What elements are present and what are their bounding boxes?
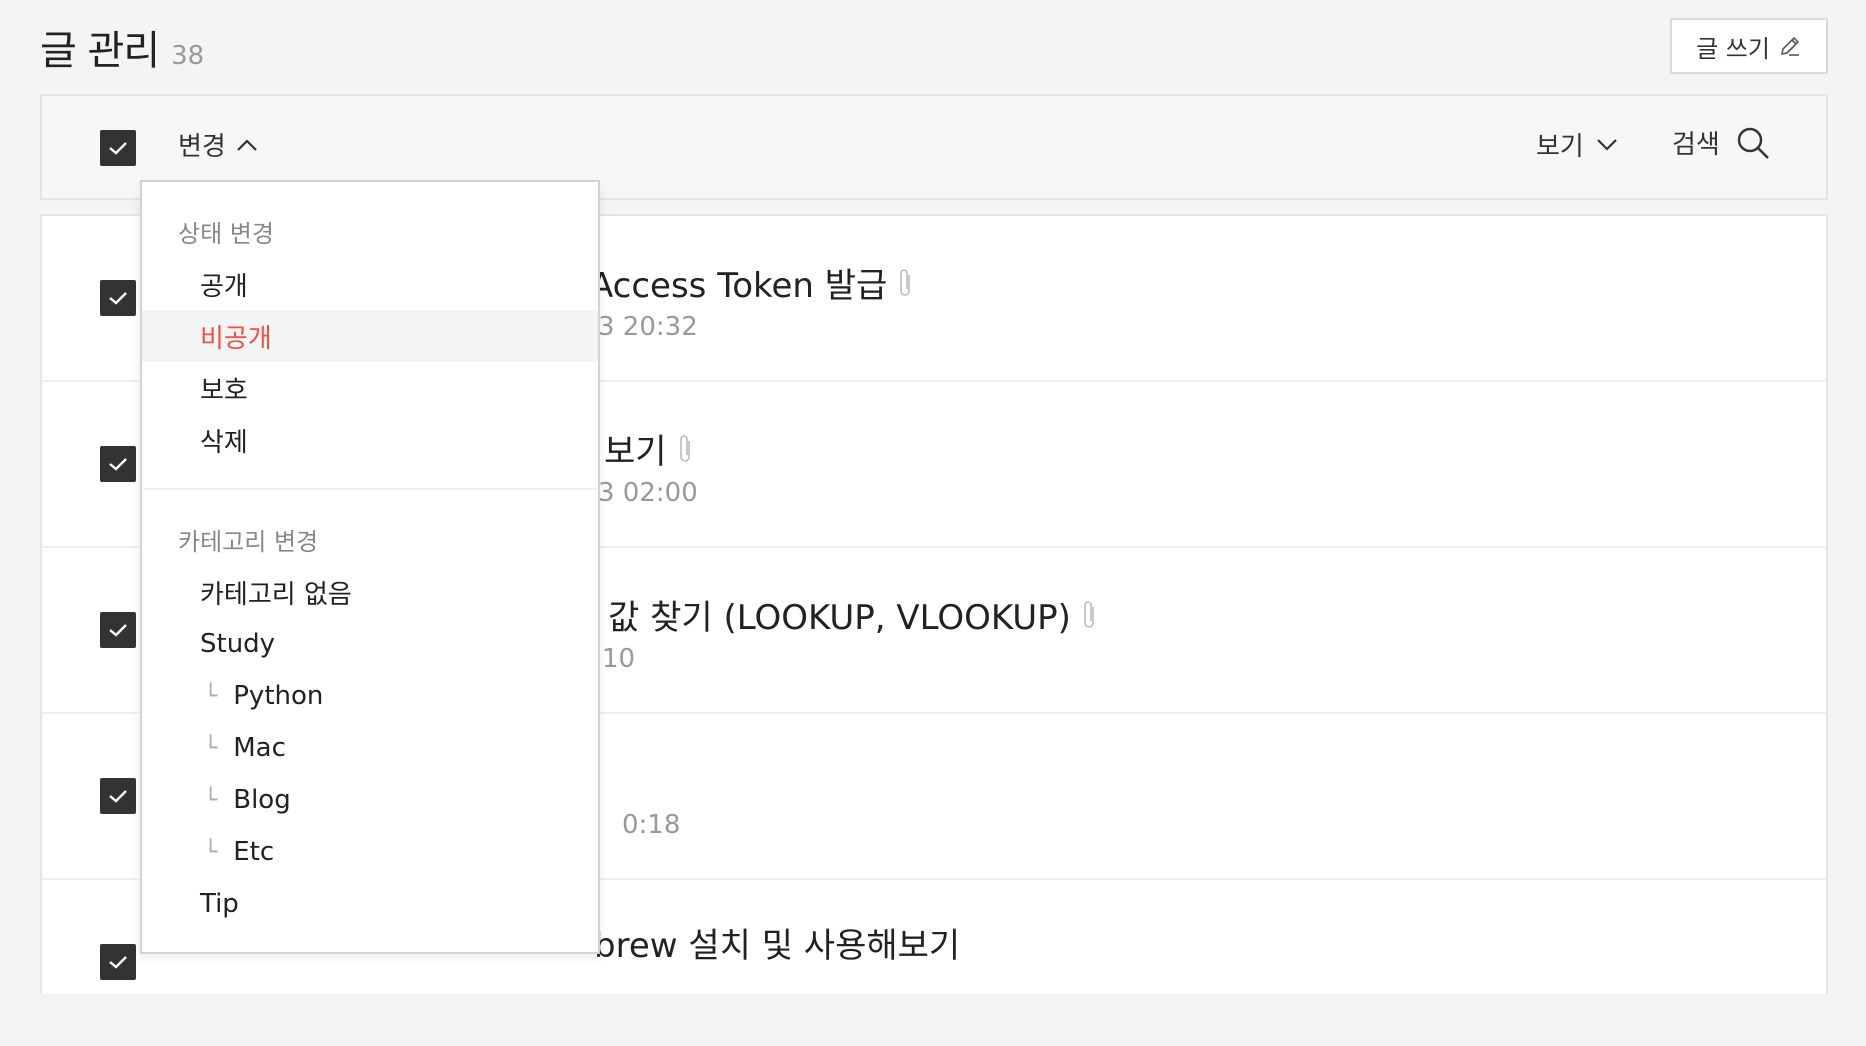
menu-item-blog[interactable]: └ Blog (142, 774, 598, 826)
sub-category-marker: └ (204, 683, 218, 709)
menu-item-mac[interactable]: └ Mac (142, 722, 598, 774)
post-title[interactable]: Access Token 발급 (590, 258, 915, 307)
post-date: 3 20:32 (598, 312, 698, 342)
select-all-checkbox[interactable] (100, 130, 136, 166)
menu-divider (144, 488, 598, 490)
category-section-label: 카테고리 변경 (178, 528, 319, 556)
menu-item-study[interactable]: Study (142, 618, 598, 670)
chevron-down-icon (1597, 138, 1617, 151)
menu-item-label: Blog (233, 785, 291, 815)
post-checkbox[interactable] (100, 446, 136, 482)
check-icon (109, 624, 127, 637)
menu-item-label: Python (233, 681, 324, 711)
sub-category-marker: └ (204, 787, 218, 813)
page-title: 글 관리 (40, 28, 160, 74)
post-title-text: 값 찾기 (LOOKUP, VLOOKUP) (608, 598, 1071, 638)
view-menu-label: 보기 (1536, 132, 1584, 162)
sub-category-marker: └ (204, 839, 218, 865)
search-icon (1737, 127, 1769, 159)
check-icon (109, 292, 127, 305)
view-menu-button[interactable]: 보기 (1536, 126, 1618, 163)
post-title-text: Access Token 발급 (590, 266, 888, 306)
search-button[interactable]: 검색 (1672, 124, 1770, 161)
menu-item-private[interactable]: 비공개 (142, 310, 598, 362)
post-title[interactable]: brew 설치 및 사용해보기 (594, 918, 960, 967)
search-label: 검색 (1672, 130, 1720, 160)
change-menu-label: 변경 (178, 132, 226, 162)
post-title[interactable]: 값 찾기 (LOOKUP, VLOOKUP) (608, 590, 1099, 639)
pencil-icon (1780, 36, 1800, 56)
page-header: 글 관리 38 (40, 18, 204, 78)
menu-item-etc[interactable]: └ Etc (142, 826, 598, 878)
post-title[interactable]: 보기 (604, 424, 695, 473)
paperclip-icon (1084, 600, 1094, 628)
menu-item-label: Etc (233, 837, 275, 867)
post-count: 38 (171, 41, 205, 71)
post-date: 0:18 (622, 810, 681, 840)
post-date: 10 (602, 644, 636, 674)
post-checkbox[interactable] (100, 612, 136, 648)
menu-item-python[interactable]: └ Python (142, 670, 598, 722)
menu-item-public[interactable]: 공개 (142, 258, 598, 310)
check-icon (109, 458, 127, 471)
paperclip-icon (900, 268, 911, 296)
change-menu-button[interactable]: 변경 (178, 126, 258, 163)
check-icon (109, 790, 127, 803)
write-post-label: 글 쓰기 (1696, 34, 1770, 63)
menu-item-no-category[interactable]: 카테고리 없음 (142, 566, 598, 618)
menu-item-label: Mac (233, 733, 286, 763)
paperclip-icon (679, 434, 690, 462)
write-post-button[interactable]: 글 쓰기 (1670, 18, 1828, 74)
menu-item-delete[interactable]: 삭제 (142, 414, 598, 466)
menu-item-tip[interactable]: Tip (142, 878, 598, 930)
post-title-text: 보기 (604, 432, 667, 472)
check-icon (109, 956, 127, 969)
chevron-up-icon (237, 138, 257, 151)
change-dropdown-menu: 상태 변경 공개 비공개 보호 삭제 카테고리 변경 카테고리 없음 Study… (140, 180, 600, 954)
post-checkbox[interactable] (100, 944, 136, 980)
post-checkbox[interactable] (100, 280, 136, 316)
menu-item-protected[interactable]: 보호 (142, 362, 598, 414)
status-section-label: 상태 변경 (178, 220, 274, 248)
post-title-text: brew 설치 및 사용해보기 (594, 926, 961, 966)
sub-category-marker: └ (204, 735, 218, 761)
check-icon (109, 142, 127, 155)
post-checkbox[interactable] (100, 778, 136, 814)
post-date: 3 02:00 (598, 478, 698, 508)
